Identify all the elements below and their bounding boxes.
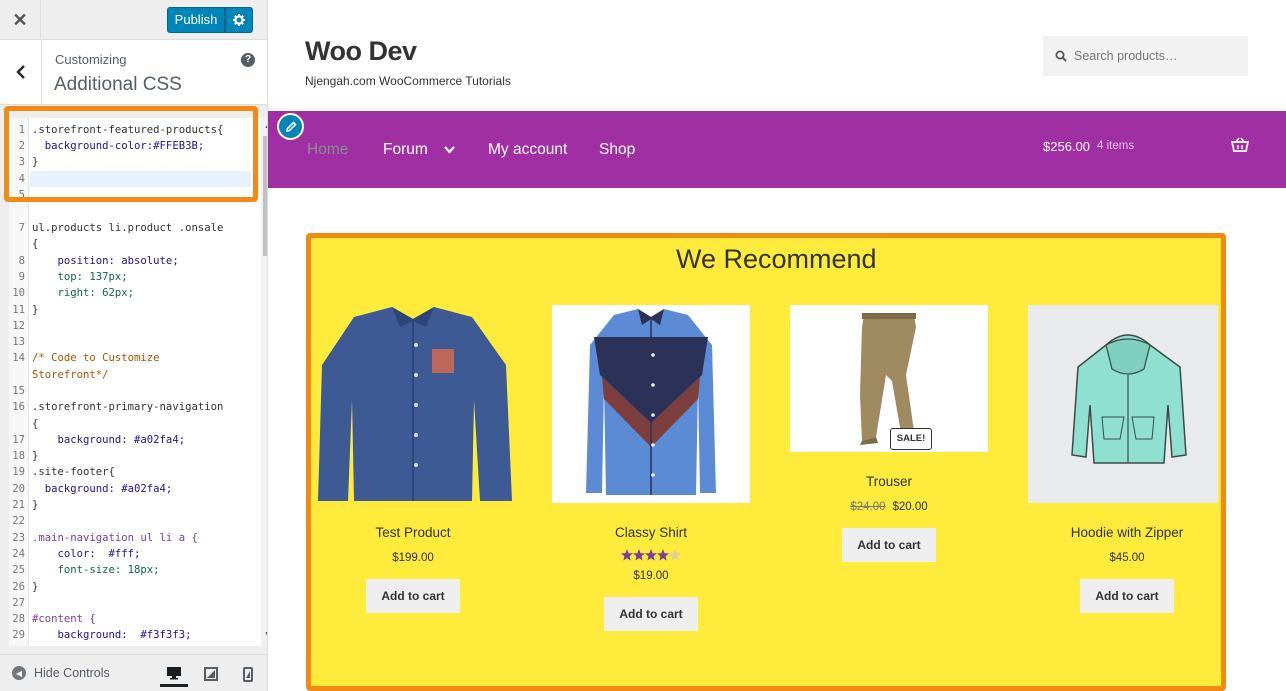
code-line: 24 color: #fff; — [12, 548, 141, 560]
code-line: 12 — [12, 320, 25, 332]
scrollbar-thumb[interactable] — [263, 136, 267, 256]
nav-shop[interactable]: Shop — [599, 141, 635, 159]
site-title[interactable]: Woo Dev — [305, 36, 417, 67]
publish-button[interactable]: Publish — [167, 7, 225, 33]
product-price: $199.00 — [392, 552, 434, 564]
add-to-cart-button[interactable]: Add to cart — [604, 597, 698, 631]
product-price: $24.00 $20.00 — [790, 501, 988, 513]
code-line: 15 — [12, 385, 25, 397]
search-input[interactable]: Search products… — [1043, 36, 1248, 76]
code-line: 27 — [12, 597, 25, 609]
code-line: 8 position: absolute; — [18, 255, 179, 267]
product-sale-price: $20.00 — [892, 501, 928, 513]
code-line: 17 background: #a02fa4; — [12, 434, 186, 446]
code-line: 23 .main-navigation ul li a { — [12, 532, 198, 544]
code-line: 29 background: #f3f3f3; — [12, 629, 192, 641]
code-line: 25 font-size: 18px; — [12, 564, 160, 576]
cart-icon[interactable] — [1231, 137, 1249, 153]
search-placeholder: Search products… — [1074, 49, 1178, 63]
product-image[interactable] — [552, 305, 750, 503]
nav-my-account[interactable]: My account — [488, 141, 567, 159]
customizer-panel: ✕ Publish Customizing Additional CSS ? 1… — [0, 0, 268, 691]
mobile-preview-icon[interactable] — [234, 661, 262, 687]
highlight-frame — [4, 106, 258, 202]
code-line: 19 .site-footer{ — [12, 466, 115, 478]
featured-title: We Recommend — [676, 244, 877, 274]
section-title: Additional CSS — [54, 74, 182, 95]
desktop-preview-icon[interactable] — [160, 661, 188, 687]
code-line: 21} — [12, 499, 39, 511]
code-line: 22 — [12, 515, 25, 527]
product-card: Classy Shirt $19.00 Add to cart — [552, 305, 750, 631]
star-rating — [552, 549, 750, 561]
add-to-cart-button[interactable]: Add to cart — [1080, 579, 1174, 613]
site-preview: Woo Dev Njengah.com WooCommerce Tutorial… — [268, 0, 1286, 691]
code-line: 10 right: 62px; — [12, 287, 135, 299]
add-to-cart-button[interactable]: Add to cart — [366, 579, 460, 613]
product-card: Hoodie with Zipper $45.00 Add to cart — [1028, 305, 1226, 613]
scroll-up-icon[interactable]: ▲ — [261, 120, 267, 131]
section-label: Customizing — [55, 52, 127, 67]
code-line: { — [32, 418, 39, 430]
code-line: 20 background: #a02fa4; — [12, 483, 173, 495]
code-line: 16 .storefront-primary-navigation — [12, 401, 224, 413]
code-line: 18} — [12, 450, 39, 462]
product-name[interactable]: Hoodie with Zipper — [1028, 525, 1226, 540]
nav-forum[interactable]: Forum — [383, 141, 428, 159]
collapse-icon: ◀ — [12, 666, 26, 680]
product-price: $19.00 — [633, 570, 669, 582]
cart-count[interactable]: 4 items — [1097, 140, 1134, 152]
product-card: Test Product $199.00 Add to cart — [314, 305, 512, 613]
add-to-cart-button[interactable]: Add to cart — [842, 528, 936, 562]
customizer-header: ✕ Publish — [0, 0, 267, 40]
search-icon — [1055, 50, 1067, 62]
code-line: { — [32, 238, 39, 250]
product-card: SALE! Trouser $24.00 $20.00 Add to cart — [790, 305, 988, 562]
product-image[interactable] — [1028, 305, 1218, 503]
tablet-preview-icon[interactable] — [197, 661, 225, 687]
product-name[interactable]: Test Product — [314, 525, 512, 540]
help-icon[interactable]: ? — [241, 53, 255, 67]
customizer-footer: ◀ Hide Controls — [0, 654, 267, 691]
code-line: 26} — [12, 581, 39, 593]
code-line: 28 #content { — [12, 613, 96, 625]
chevron-down-icon[interactable] — [444, 146, 455, 154]
hide-controls-label: Hide Controls — [34, 666, 110, 680]
code-line: 13 — [12, 336, 25, 348]
chevron-left-icon — [15, 65, 25, 79]
sale-badge: SALE! — [890, 428, 932, 450]
cart-total[interactable]: $256.00 — [1043, 139, 1090, 154]
edit-shortcut-icon[interactable] — [277, 113, 304, 140]
product-old-price: $24.00 — [850, 501, 886, 513]
product-name[interactable]: Trouser — [790, 474, 988, 489]
hide-controls-button[interactable]: ◀ Hide Controls — [12, 666, 110, 680]
code-line: 9 top: 137px; — [18, 271, 128, 283]
code-line: 14/* Code to Customize — [12, 352, 160, 364]
close-icon[interactable]: ✕ — [0, 0, 41, 40]
product-image[interactable]: SALE! — [790, 305, 988, 452]
code-line: 11} — [12, 304, 39, 316]
code-line: Storefront*/ — [32, 369, 109, 381]
code-line: 7 ul.products li.product .onsale — [18, 222, 224, 234]
publish-group: Publish — [167, 7, 253, 33]
scroll-down-icon[interactable]: ▼ — [261, 630, 267, 641]
back-button[interactable] — [0, 40, 42, 104]
product-price: $45.00 — [1109, 552, 1145, 564]
nav-home[interactable]: Home — [307, 141, 348, 159]
site-tagline: Njengah.com WooCommerce Tutorials — [305, 74, 511, 88]
gear-icon[interactable] — [225, 7, 253, 33]
product-image[interactable] — [314, 305, 512, 503]
product-name[interactable]: Classy Shirt — [552, 525, 750, 540]
section-header: Customizing Additional CSS ? — [0, 40, 267, 105]
